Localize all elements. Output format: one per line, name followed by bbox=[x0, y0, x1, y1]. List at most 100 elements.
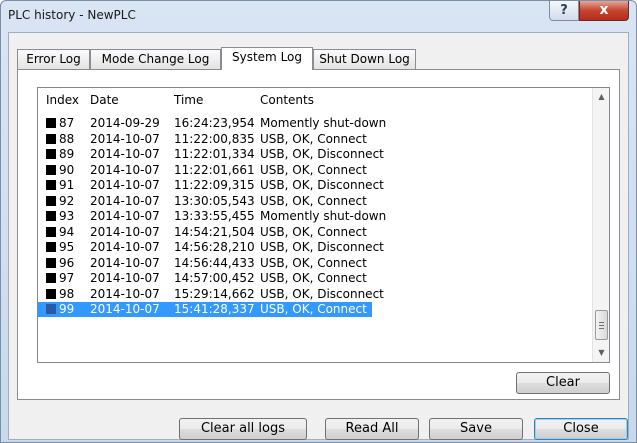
cell-date: 2014-10-07 bbox=[90, 240, 160, 254]
row-index-text: 91 bbox=[59, 178, 75, 192]
row-status-icon bbox=[46, 273, 56, 283]
column-header-date[interactable]: Date bbox=[90, 93, 119, 107]
row-status-icon bbox=[46, 242, 56, 252]
row-index-text: 88 bbox=[59, 131, 75, 146]
cell-index: 89 bbox=[46, 147, 74, 162]
cell-date: 2014-10-07 bbox=[90, 302, 160, 316]
cell-date: 2014-10-07 bbox=[90, 131, 160, 146]
scroll-up-icon[interactable]: ▲ bbox=[593, 88, 609, 105]
cell-date: 2014-09-29 bbox=[90, 116, 160, 130]
table-row[interactable]: 91 2014-10-07 11:22:09,315 USB, OK, Disconn… bbox=[38, 178, 591, 193]
row-status-icon bbox=[46, 133, 56, 144]
row-index-text: 90 bbox=[59, 162, 75, 177]
cell-index: 93 bbox=[46, 209, 74, 224]
column-header-time[interactable]: Time bbox=[174, 93, 203, 107]
cell-index: 88 bbox=[46, 132, 74, 147]
grip-line bbox=[599, 322, 604, 323]
cell-time: 11:22:01,661 bbox=[174, 162, 255, 177]
cell-contents: USB, OK, Connect bbox=[260, 302, 367, 316]
scroll-down-icon[interactable]: ▼ bbox=[593, 344, 609, 361]
cell-time: 11:22:00,835 bbox=[174, 131, 255, 146]
cell-index: 98 bbox=[46, 287, 74, 302]
row-status-icon bbox=[46, 164, 56, 175]
row-index-text: 95 bbox=[59, 240, 75, 254]
cell-index: 99 bbox=[46, 302, 74, 317]
cell-contents: Momently shut-down bbox=[260, 116, 387, 130]
cell-date: 2014-10-07 bbox=[90, 193, 160, 208]
table-row[interactable]: 87 2014-09-29 16:24:23,954 Momently shut-do… bbox=[38, 116, 591, 131]
row-status-icon bbox=[46, 257, 56, 268]
table-row[interactable]: 89 2014-10-07 11:22:01,334 USB, OK, Disconn… bbox=[38, 147, 591, 162]
scroll-thumb[interactable] bbox=[595, 310, 608, 340]
cell-index: 94 bbox=[46, 225, 74, 240]
table-row[interactable]: 92 2014-10-07 13:30:05,543 USB, OK, Connect bbox=[38, 194, 591, 209]
window-close-button[interactable]: x bbox=[579, 1, 629, 21]
cell-contents: USB, OK, Disconnect bbox=[260, 147, 384, 161]
row-status-icon bbox=[46, 288, 56, 299]
vertical-scrollbar[interactable]: ▲ ▼ bbox=[592, 88, 609, 362]
cell-index: 97 bbox=[46, 271, 74, 286]
window-title: PLC history - NewPLC bbox=[8, 8, 136, 22]
cell-date: 2014-10-07 bbox=[90, 286, 160, 301]
table-row[interactable]: 88 2014-10-07 11:22:00,835 USB, OK, Connect bbox=[38, 132, 591, 147]
cell-date: 2014-10-07 bbox=[90, 255, 160, 270]
cell-time: 13:30:05,543 bbox=[174, 193, 255, 208]
table-row[interactable]: 99 2014-10-07 15:41:28,337 USB, OK, Connect bbox=[38, 302, 372, 317]
grip-line bbox=[599, 325, 604, 326]
cell-index: 87 bbox=[46, 116, 74, 131]
cell-index: 96 bbox=[46, 256, 74, 271]
table-row[interactable]: 95 2014-10-07 14:56:28,210 USB, OK, Disconn… bbox=[38, 240, 591, 255]
table-row[interactable]: 90 2014-10-07 11:22:01,661 USB, OK, Connect bbox=[38, 163, 591, 178]
row-index-text: 97 bbox=[59, 271, 75, 285]
tab-mode-change-log[interactable]: Mode Change Log bbox=[90, 49, 221, 69]
row-index-text: 93 bbox=[59, 209, 75, 223]
clear-all-logs-button[interactable]: Clear all logs bbox=[179, 418, 307, 440]
cell-time: 11:22:01,334 bbox=[174, 147, 255, 161]
cell-time: 13:33:55,455 bbox=[174, 209, 255, 223]
table-row[interactable]: 94 2014-10-07 14:54:21,504 USB, OK, Connect bbox=[38, 225, 591, 240]
cell-date: 2014-10-07 bbox=[90, 147, 160, 161]
clear-button[interactable]: Clear bbox=[516, 372, 610, 394]
cell-index: 91 bbox=[46, 178, 74, 193]
cell-date: 2014-10-07 bbox=[90, 271, 160, 285]
table-row[interactable]: 98 2014-10-07 15:29:14,662 USB, OK, Disconn… bbox=[38, 287, 591, 302]
row-index-text: 92 bbox=[59, 193, 75, 208]
table-row[interactable]: 96 2014-10-07 14:56:44,433 USB, OK, Connect bbox=[38, 256, 591, 271]
help-button[interactable]: ? bbox=[549, 1, 579, 21]
cell-time: 14:54:21,504 bbox=[174, 224, 255, 239]
cell-contents: USB, OK, Disconnect bbox=[260, 286, 384, 301]
tab-error-log[interactable]: Error Log bbox=[17, 49, 90, 69]
cell-index: 90 bbox=[46, 163, 74, 178]
row-index-text: 99 bbox=[59, 302, 75, 316]
title-bar[interactable]: PLC history - NewPLC ? x bbox=[1, 1, 636, 31]
row-status-icon bbox=[46, 180, 56, 190]
row-index-text: 94 bbox=[59, 224, 75, 239]
row-status-icon bbox=[46, 304, 56, 314]
cell-contents: USB, OK, Disconnect bbox=[260, 178, 384, 192]
cell-contents: USB, OK, Connect bbox=[260, 131, 367, 146]
cell-contents: USB, OK, Disconnect bbox=[260, 240, 384, 254]
table-row[interactable]: 97 2014-10-07 14:57:00,452 USB, OK, Connect bbox=[38, 271, 591, 286]
cell-contents: USB, OK, Connect bbox=[260, 224, 367, 239]
row-status-icon bbox=[46, 118, 56, 128]
cell-time: 14:56:28,210 bbox=[174, 240, 255, 254]
cell-index: 95 bbox=[46, 240, 74, 255]
row-index-text: 96 bbox=[59, 255, 75, 270]
tab-shut-down-log[interactable]: Shut Down Log bbox=[313, 49, 416, 69]
cell-time: 16:24:23,954 bbox=[174, 116, 255, 130]
column-header-contents[interactable]: Contents bbox=[260, 93, 314, 107]
cell-time: 14:56:44,433 bbox=[174, 255, 255, 270]
read-all-button[interactable]: Read All bbox=[325, 418, 419, 440]
close-button[interactable]: Close bbox=[534, 418, 628, 440]
row-status-icon bbox=[46, 226, 56, 237]
row-status-icon bbox=[46, 195, 56, 206]
row-status-icon bbox=[46, 149, 56, 159]
cell-date: 2014-10-07 bbox=[90, 162, 160, 177]
tab-system-log[interactable]: System Log bbox=[221, 47, 313, 70]
table-row[interactable]: 93 2014-10-07 13:33:55,455 Momently shut-do… bbox=[38, 209, 591, 224]
save-button[interactable]: Save bbox=[429, 418, 523, 440]
column-header-index[interactable]: Index bbox=[46, 93, 79, 107]
cell-time: 15:29:14,662 bbox=[174, 286, 255, 301]
cell-index: 92 bbox=[46, 194, 74, 209]
system-log-list[interactable]: Index Date Time Contents 87 2014-09-29 16:… bbox=[37, 87, 610, 363]
